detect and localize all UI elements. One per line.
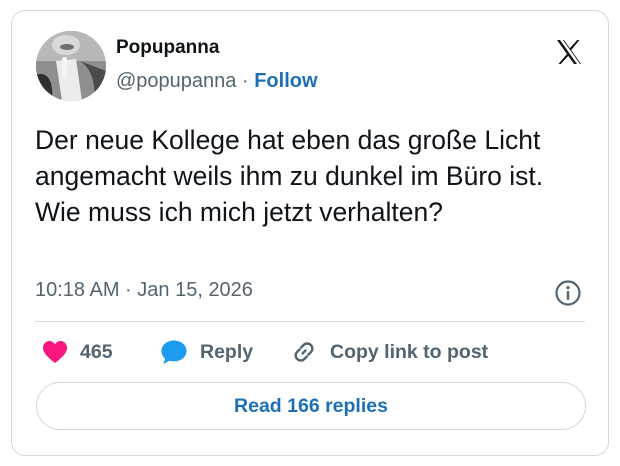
reply-bubble-icon: [161, 340, 187, 364]
tweet-timestamp[interactable]: 10:18 AM · Jan 15, 2026: [35, 279, 253, 302]
x-logo-icon[interactable]: [554, 37, 584, 67]
link-icon: [294, 342, 314, 362]
author-handle-row: @popupanna · Follow: [116, 70, 318, 93]
info-icon[interactable]: [554, 279, 582, 307]
tweet-embed-card: Popupanna @popupanna · Follow Der neue K…: [11, 10, 609, 456]
author-display-name[interactable]: Popupanna: [116, 37, 219, 59]
read-replies-button[interactable]: Read 166 replies: [36, 382, 586, 430]
avatar-photo: [36, 31, 106, 101]
copy-link-label: Copy link to post: [330, 340, 489, 363]
author-handle[interactable]: @popupanna: [116, 70, 236, 92]
handle-separator: ·: [241, 70, 249, 92]
divider: [35, 321, 585, 322]
avatar[interactable]: [36, 31, 106, 101]
likes-count: 465: [80, 340, 113, 363]
like-button[interactable]: 465: [42, 337, 113, 367]
reply-button[interactable]: Reply: [160, 337, 253, 367]
follow-button[interactable]: Follow: [254, 70, 317, 92]
copy-link-button[interactable]: Copy link to post: [290, 337, 488, 367]
reply-label: Reply: [200, 340, 254, 363]
tweet-text: Der neue Kollege hat eben das große Lich…: [35, 125, 544, 227]
read-replies-label: Read 166 replies: [234, 394, 388, 417]
heart-icon: [43, 341, 67, 363]
